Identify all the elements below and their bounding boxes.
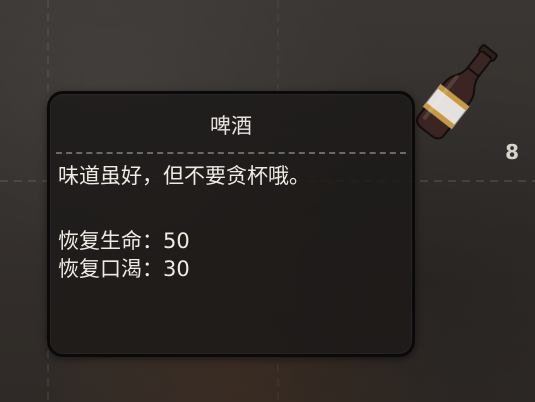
item-tooltip: 啤酒 味道虽好，但不要贪杯哦。 恢复生命：50 恢复口渴：30: [47, 91, 415, 357]
item-description: 味道虽好，但不要贪杯哦。: [58, 164, 310, 188]
item-stats: 恢复生命：50 恢复口渴：30: [58, 227, 190, 283]
tooltip-divider: [56, 152, 406, 154]
stat-row-health: 恢复生命：50: [58, 227, 190, 255]
item-stack-count: 8: [505, 140, 519, 164]
stat-value-thirst: 30: [163, 257, 190, 281]
stat-label-thirst: 恢复口渴：: [58, 257, 163, 281]
beer-bottle-icon[interactable]: [400, 34, 512, 146]
item-title: 啤酒: [210, 114, 252, 138]
stat-row-thirst: 恢复口渴：30: [58, 255, 190, 283]
stat-label-health: 恢复生命：: [58, 229, 163, 253]
stat-value-health: 50: [163, 229, 190, 253]
